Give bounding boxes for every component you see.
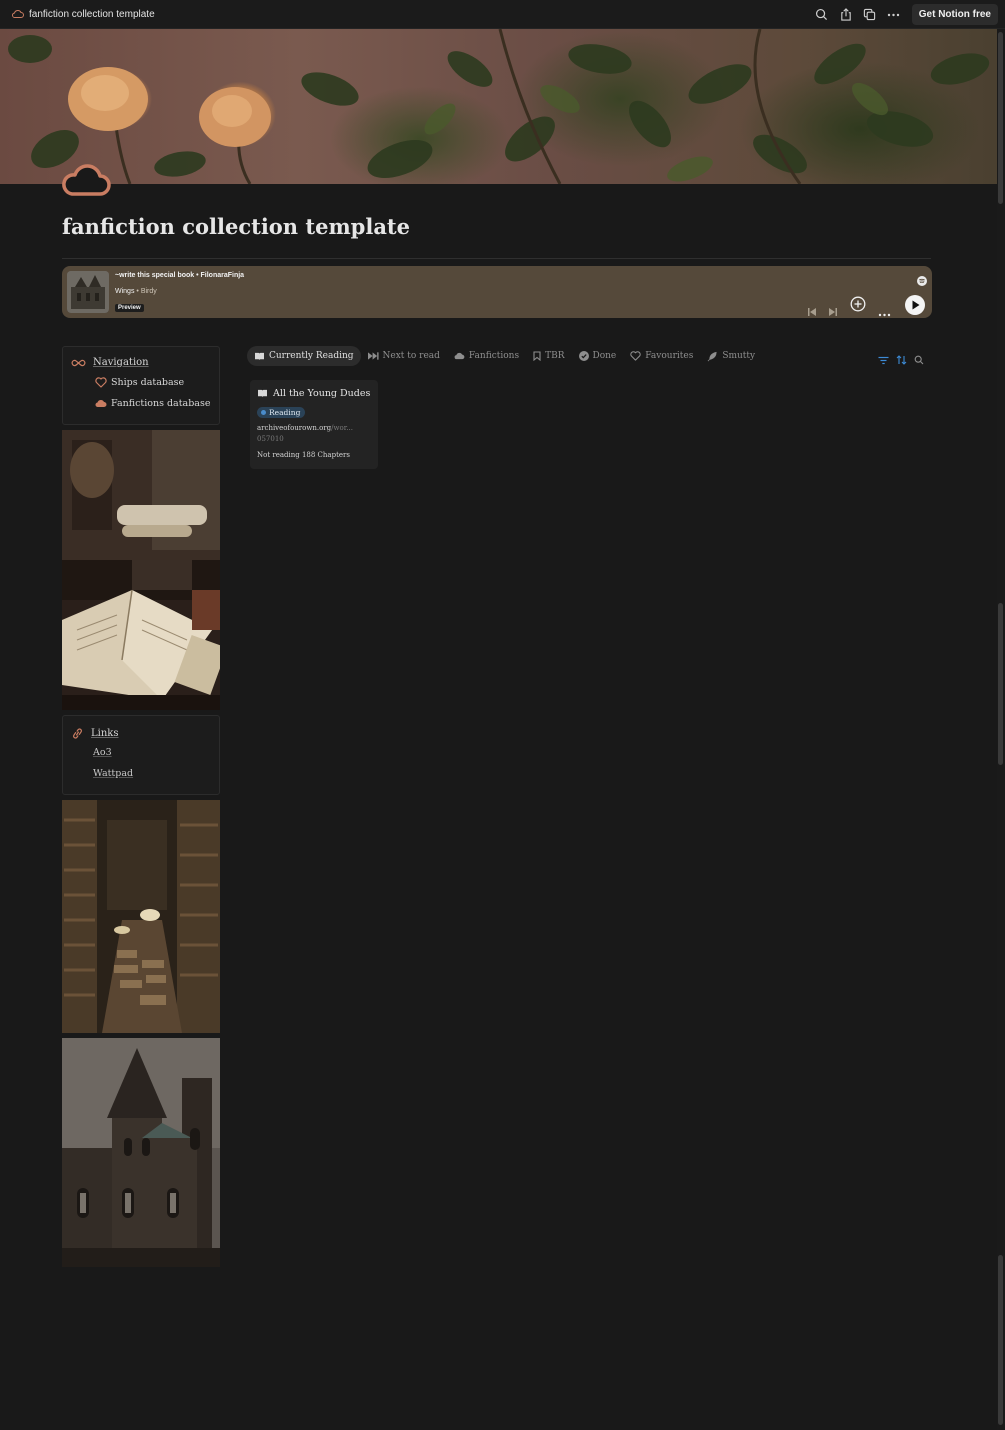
card-title-row: All the Young Dudes	[257, 388, 370, 399]
card-title: All the Young Dudes	[273, 388, 371, 399]
link-icon	[73, 728, 82, 739]
links-label: Links	[91, 728, 119, 739]
song-title[interactable]: Wings	[115, 288, 134, 295]
breadcrumb[interactable]: fanfiction collection template	[12, 9, 155, 20]
scrollbar-thumb-bottom[interactable]	[998, 1255, 1003, 1425]
cloud-icon	[12, 10, 24, 18]
tab-currently-reading[interactable]: Currently Reading	[247, 346, 361, 366]
tab-favourites-label: Favourites	[645, 351, 694, 361]
page-cloud-icon[interactable]	[62, 160, 112, 200]
album-art[interactable]	[67, 271, 109, 313]
cloud-icon	[454, 352, 465, 360]
scrollbar-thumb-middle[interactable]	[998, 603, 1003, 765]
tab-tbr[interactable]: TBR	[526, 346, 571, 366]
url-tail: 057010	[257, 435, 284, 443]
playlist-title[interactable]: ~write this special book • FilonaraFinja	[115, 272, 244, 279]
links-callout: Links Ao3 Wattpad	[62, 715, 220, 795]
breadcrumb-title: fanfiction collection template	[29, 8, 155, 20]
tab-fanfictions[interactable]: Fanfictions	[447, 346, 526, 366]
tab-fanfictions-label: Fanfictions	[468, 351, 520, 361]
tab-smutty[interactable]: Smutty	[700, 346, 762, 366]
ships-database-link[interactable]: Ships database	[95, 377, 184, 388]
fanfictions-database-label: Fanfictions database	[111, 398, 211, 409]
book-icon	[258, 389, 267, 398]
status-label: Reading	[269, 408, 301, 417]
tab-done[interactable]: Done	[572, 346, 624, 366]
share-icon[interactable]	[834, 3, 858, 27]
check-circle-icon	[578, 351, 589, 361]
duplicate-icon[interactable]	[858, 3, 882, 27]
previous-track-icon[interactable]	[807, 302, 817, 321]
next-track-icon[interactable]	[828, 302, 838, 321]
search-icon[interactable]	[810, 3, 834, 27]
database-search-icon[interactable]	[914, 350, 924, 369]
tab-currently-reading-label: Currently Reading	[269, 351, 354, 361]
spotify-logo-icon[interactable]	[917, 271, 927, 286]
fanfiction-card[interactable]: All the Young Dudes Reading archiveofour…	[250, 380, 378, 469]
spotify-player: ~write this special book • FilonaraFinja…	[62, 266, 932, 318]
desk-book-photo	[62, 430, 220, 710]
wattpad-link[interactable]: Wattpad	[93, 768, 133, 779]
cloud-icon	[95, 400, 107, 408]
filter-icon[interactable]	[878, 350, 889, 369]
navigation-callout: Navigation Ships database Fanfictions da…	[62, 346, 220, 425]
song-artist[interactable]: Birdy	[141, 288, 157, 295]
status-dot	[261, 410, 266, 415]
card-url[interactable]: archiveofourown.org/wor...	[257, 424, 353, 432]
sort-icon[interactable]	[896, 350, 907, 369]
status-badge: Reading	[257, 407, 306, 418]
page-title: fanfiction collection template	[62, 214, 410, 239]
player-more-icon[interactable]	[878, 302, 891, 321]
song-line: Wings • Birdy	[115, 288, 157, 295]
tab-tbr-label: TBR	[545, 351, 565, 361]
url-path: /wor...	[331, 424, 353, 432]
add-to-library-icon[interactable]	[850, 296, 866, 316]
library-photo	[62, 800, 220, 1033]
tab-next-to-read[interactable]: Next to read	[361, 346, 447, 366]
tab-done-label: Done	[592, 351, 617, 361]
feather-icon	[707, 351, 717, 361]
divider	[62, 258, 931, 259]
fanfictions-database-link[interactable]: Fanfictions database	[95, 398, 210, 409]
preview-badge: Preview	[115, 304, 144, 312]
gothic-building-photo	[62, 1038, 220, 1267]
navigation-label: Navigation	[93, 357, 149, 368]
ships-database-label: Ships database	[111, 377, 185, 388]
ao3-link[interactable]: Ao3	[93, 747, 112, 758]
card-footer: Not reading 188 Chapters	[257, 451, 350, 459]
top-bar: fanfiction collection template Get Notio…	[0, 0, 1005, 29]
heart-icon	[95, 377, 107, 388]
tab-next-to-read-label: Next to read	[382, 351, 440, 361]
heart-icon	[630, 351, 641, 361]
url-host: archiveofourown.org	[257, 424, 332, 432]
infinity-icon	[71, 359, 86, 366]
links-heading[interactable]: Links	[71, 728, 118, 739]
navigation-heading[interactable]: Navigation	[71, 357, 149, 368]
skip-icon	[367, 352, 379, 360]
book-icon	[255, 352, 264, 360]
scrollbar-thumb-top[interactable]	[998, 32, 1003, 204]
bookmark-icon	[533, 351, 541, 361]
play-button[interactable]	[905, 295, 925, 319]
cover-image	[0, 29, 997, 184]
more-icon[interactable]	[882, 3, 906, 27]
tab-favourites[interactable]: Favourites	[623, 346, 700, 366]
view-toolbar	[878, 350, 924, 369]
tab-smutty-label: Smutty	[722, 351, 756, 361]
database-view-tabs: Currently Reading Next to read Fanfictio…	[247, 346, 762, 366]
get-notion-free-button[interactable]: Get Notion free	[911, 4, 998, 25]
